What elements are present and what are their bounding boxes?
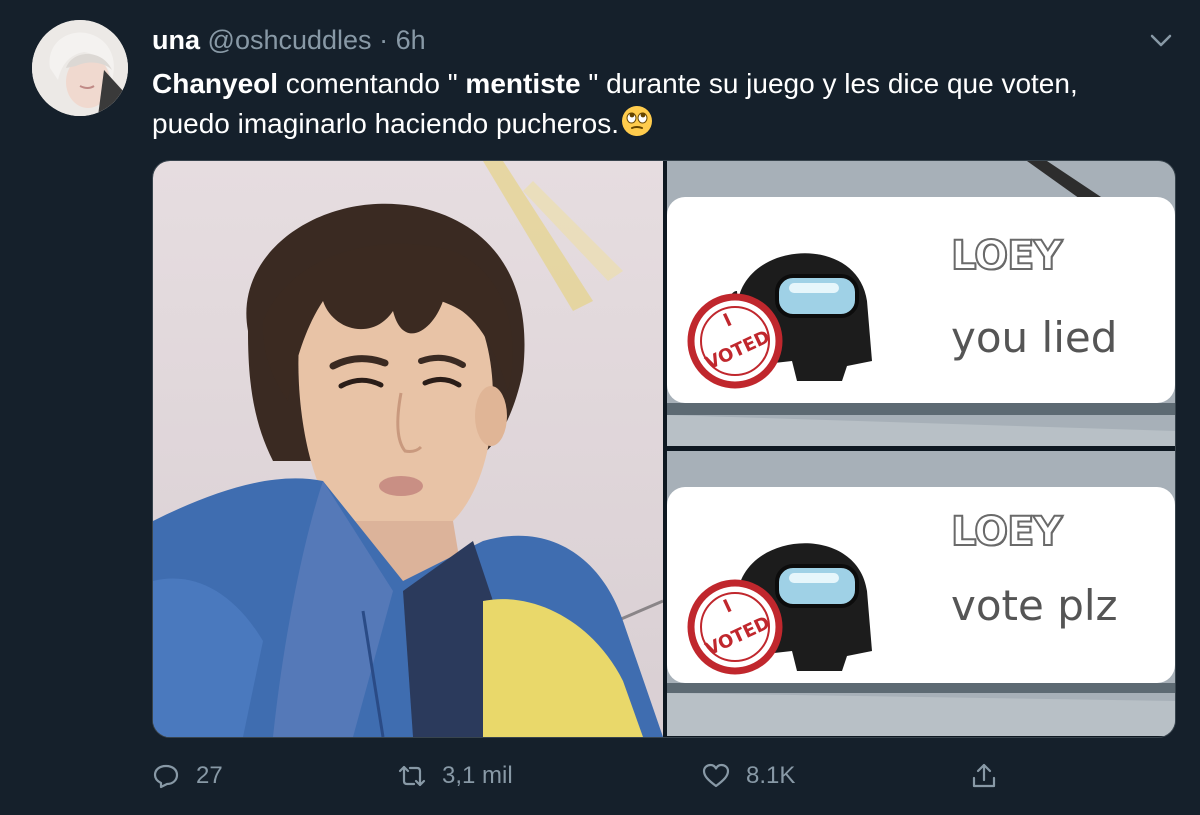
chat-message: you lied xyxy=(951,313,1118,362)
reply-count: 27 xyxy=(196,762,223,789)
media-panel-bottom[interactable]: I VOTED LOEY vote plz xyxy=(667,451,1175,736)
media-panel-top[interactable]: I VOTED LOEY you lied xyxy=(667,161,1175,446)
tweet-text-bold-2: mentiste xyxy=(465,68,581,99)
tweet-text-bold-1: Chanyeol xyxy=(152,68,279,99)
more-options-button[interactable] xyxy=(1146,28,1176,52)
timestamp[interactable]: 6h xyxy=(396,25,426,55)
tweet-header: una @oshcuddles · 6h xyxy=(152,24,426,56)
display-name[interactable]: una xyxy=(152,25,200,55)
retweet-icon xyxy=(398,765,426,787)
player-name: LOEY xyxy=(950,232,1063,280)
retweet-count: 3,1 mil xyxy=(442,762,513,789)
share-icon xyxy=(972,763,996,788)
media-photo-left[interactable] xyxy=(153,161,663,737)
panel-background-image: I VOTED xyxy=(667,161,1175,446)
chevron-down-icon xyxy=(1150,34,1172,47)
share-button[interactable] xyxy=(970,756,998,796)
chat-message: vote plz xyxy=(951,581,1118,630)
reply-button[interactable]: 27 xyxy=(152,756,223,796)
media-grid[interactable]: I VOTED LOEY you lied I VOTED LOEY vote … xyxy=(152,160,1176,738)
rolling-eyes-emoji-icon xyxy=(622,106,652,136)
retweet-button[interactable]: 3,1 mil xyxy=(398,756,513,796)
reply-icon xyxy=(153,764,179,789)
tweet-actions: 27 3,1 mil 8.1K xyxy=(0,756,1200,796)
avatar-image xyxy=(32,20,128,116)
photo-image xyxy=(153,161,663,737)
handle[interactable]: @oshcuddles xyxy=(208,25,372,55)
separator: · xyxy=(379,25,389,55)
like-button[interactable]: 8.1K xyxy=(702,756,795,796)
tweet-text-part-1: comentando " xyxy=(278,68,466,99)
player-name: LOEY xyxy=(950,508,1063,556)
avatar[interactable] xyxy=(32,20,128,116)
like-count: 8.1K xyxy=(746,762,796,789)
tweet-text: Chanyeol comentando " mentiste " durante… xyxy=(152,64,1132,144)
heart-icon xyxy=(702,763,730,788)
